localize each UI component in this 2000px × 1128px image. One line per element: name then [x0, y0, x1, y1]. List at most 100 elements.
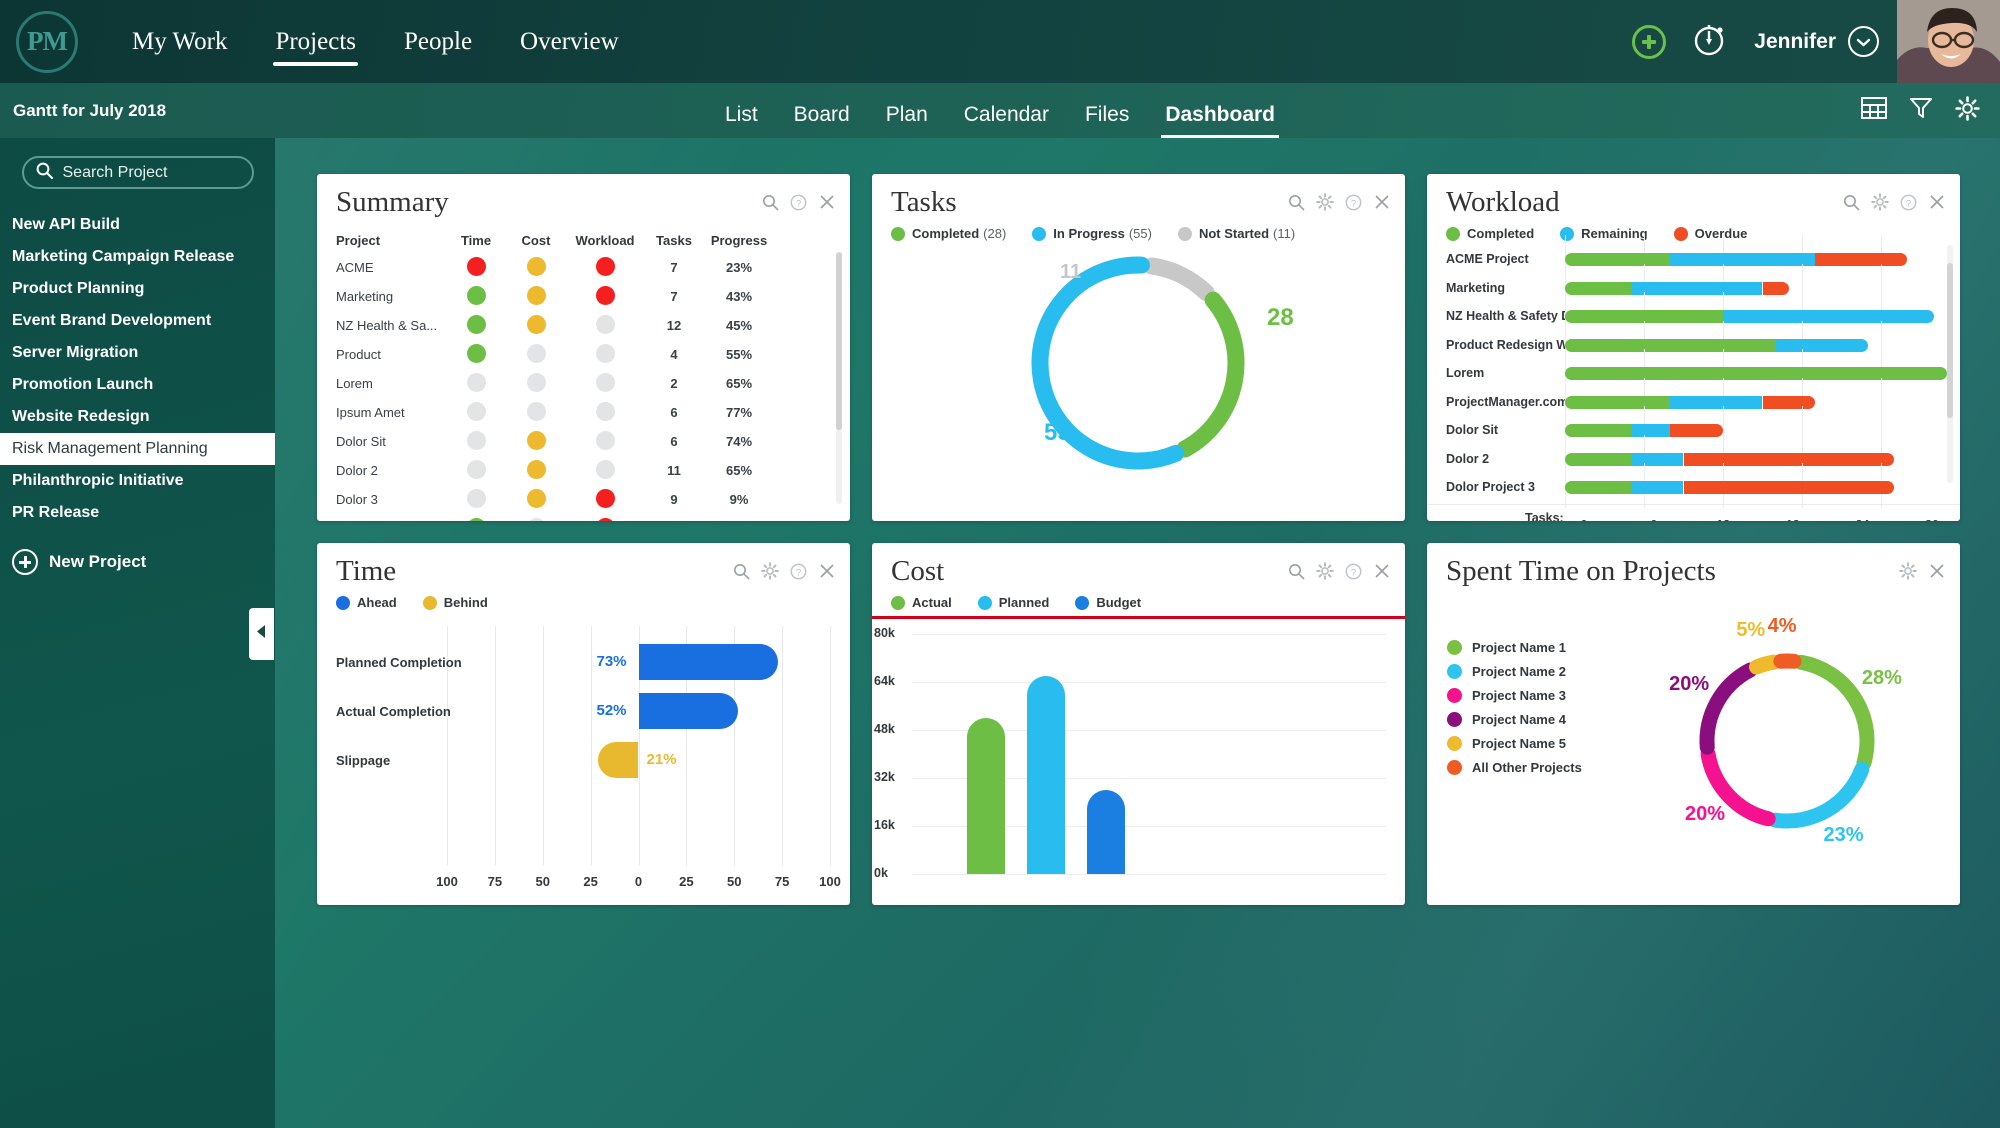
cost-axis-tick: 64k	[874, 674, 895, 688]
legend-label: Planned	[998, 595, 1050, 610]
tab-board[interactable]: Board	[776, 92, 868, 138]
sidebar-item-event-brand-development[interactable]: Event Brand Development	[0, 305, 275, 337]
help-icon[interactable]: ?	[1900, 194, 1917, 216]
sidebar-item-website-redesign[interactable]: Website Redesign	[0, 401, 275, 433]
page-title: Summary	[336, 186, 449, 218]
sidebar-item-pr-release[interactable]: PR Release	[0, 497, 275, 529]
help-icon[interactable]: ?	[790, 194, 807, 216]
table-row[interactable]: Ipsum 135%	[317, 514, 850, 521]
cell-time	[446, 285, 506, 308]
sidebar-item-philanthropic-initiative[interactable]: Philanthropic Initiative	[0, 465, 275, 497]
workload-title: Workload	[1446, 186, 1560, 218]
widget-grid: Summary ? Project Time Cost Workload Tas…	[317, 174, 1960, 905]
workload-row[interactable]: Dolor Project 3	[1427, 463, 1960, 508]
plus-circle-icon	[12, 549, 38, 575]
gear-icon[interactable]	[1871, 193, 1889, 216]
legend-item-completed[interactable]: Completed	[1446, 226, 1534, 241]
tab-plan[interactable]: Plan	[868, 92, 946, 138]
help-icon[interactable]: ?	[790, 563, 807, 585]
cell-project: Ipsum Amet	[336, 405, 405, 420]
stopwatch-icon[interactable]	[1692, 21, 1728, 62]
time-axis-tick: 100	[819, 874, 841, 889]
legend-item-actual[interactable]: Actual	[891, 595, 952, 610]
top-navigation-bar: PM My Work Projects People Overview Jenn…	[0, 0, 2000, 83]
table-row[interactable]: Dolor 3 9 9%	[317, 485, 850, 514]
table-row[interactable]: ACME 7 23%	[317, 253, 850, 282]
filter-icon[interactable]	[1909, 96, 1933, 125]
help-icon[interactable]: ?	[1345, 194, 1362, 216]
search-icon[interactable]	[1288, 563, 1305, 585]
close-icon[interactable]	[1373, 562, 1391, 585]
close-icon[interactable]	[1928, 562, 1946, 585]
close-icon[interactable]	[818, 562, 836, 585]
avatar[interactable]	[1897, 0, 2000, 83]
gear-icon[interactable]	[1316, 193, 1334, 216]
plus-circle-icon[interactable]	[1632, 24, 1667, 59]
spent-time-label-other: 4%	[1767, 615, 1797, 637]
workload-scrollbar[interactable]	[1947, 245, 1953, 483]
cell-workload	[566, 314, 644, 337]
legend-item-not-started[interactable]: Not Started (11)	[1177, 226, 1295, 241]
sidebar-item-risk-management-planning[interactable]: Risk Management Planning	[0, 433, 275, 465]
spent-time-label-p2: 23%	[1823, 823, 1864, 846]
legend-item-budget[interactable]: Budget	[1075, 595, 1141, 610]
nav-item-people[interactable]: People	[380, 0, 496, 83]
close-icon[interactable]	[818, 193, 836, 216]
legend-item-in-progress[interactable]: In Progress (55)	[1032, 226, 1152, 241]
legend-item-planned[interactable]: Planned	[977, 595, 1050, 610]
time-axis-tick: 50	[535, 874, 550, 889]
table-row[interactable]: Dolor Sit 6 74%	[317, 427, 850, 456]
gear-icon[interactable]	[761, 562, 779, 585]
cost-bar	[967, 718, 1005, 874]
sidebar-item-product-planning[interactable]: Product Planning	[0, 273, 275, 305]
search-icon[interactable]	[1843, 194, 1860, 216]
legend-swatch	[1446, 226, 1460, 241]
table-row[interactable]: Product 4 55%	[317, 340, 850, 369]
table-row[interactable]: Ipsum Amet 6 77%	[317, 398, 850, 427]
search-icon[interactable]	[733, 563, 750, 585]
nav-item-my-work[interactable]: My Work	[108, 0, 251, 83]
search-input[interactable]: Search Project	[21, 156, 254, 189]
tab-list[interactable]: List	[707, 92, 776, 138]
spent-time-label-p1: 28%	[1861, 667, 1902, 690]
cell-workload	[566, 517, 644, 521]
tab-files[interactable]: Files	[1067, 92, 1147, 138]
spent-time-card: Spent Time on Projects Project Name 1 Pro…	[1427, 543, 1960, 905]
sidebar-item-marketing-campaign-release[interactable]: Marketing Campaign Release	[0, 241, 275, 273]
grid-icon[interactable]	[1861, 97, 1887, 124]
sidebar-collapse-button[interactable]	[249, 608, 274, 660]
sidebar-item-server-migration[interactable]: Server Migration	[0, 337, 275, 369]
new-project-button[interactable]: New Project	[0, 549, 275, 575]
table-row[interactable]: Lorem 2 65%	[317, 369, 850, 398]
nav-item-overview[interactable]: Overview	[496, 0, 643, 83]
cell-tasks: 6	[670, 434, 678, 449]
nav-item-projects[interactable]: Projects	[251, 0, 380, 83]
legend-item-ahead[interactable]: Ahead	[336, 595, 397, 610]
table-row[interactable]: Dolor 2 11 65%	[317, 456, 850, 485]
close-icon[interactable]	[1928, 193, 1946, 216]
legend-swatch	[422, 595, 437, 610]
gear-icon[interactable]	[1955, 95, 1980, 126]
close-icon[interactable]	[1373, 193, 1391, 216]
search-icon[interactable]	[762, 194, 779, 216]
sidebar-item-new-api-build[interactable]: New API Build	[0, 209, 275, 241]
legend-item-completed[interactable]: Completed (28)	[891, 226, 1006, 241]
search-icon[interactable]	[1288, 194, 1305, 216]
summary-scrollbar[interactable]	[836, 252, 842, 504]
cell-cost	[506, 285, 566, 308]
app-logo[interactable]: PM	[16, 10, 78, 73]
chevron-down-icon[interactable]	[1848, 26, 1879, 57]
table-row[interactable]: Marketing 7 43%	[317, 282, 850, 311]
legend-item-behind[interactable]: Behind	[422, 595, 488, 610]
tab-dashboard[interactable]: Dashboard	[1147, 92, 1293, 138]
help-icon[interactable]: ?	[1345, 563, 1362, 585]
col-progress: Progress	[710, 232, 768, 248]
sidebar-item-promotion-launch[interactable]: Promotion Launch	[0, 369, 275, 401]
col-time: Time	[460, 232, 492, 248]
gear-icon[interactable]	[1899, 562, 1917, 585]
table-row[interactable]: NZ Health & Sa... 12 45%	[317, 311, 850, 340]
donut-arc	[1767, 761, 1870, 829]
gear-icon[interactable]	[1316, 562, 1334, 585]
tab-calendar[interactable]: Calendar	[946, 92, 1067, 138]
cell-project: Product	[336, 347, 381, 362]
